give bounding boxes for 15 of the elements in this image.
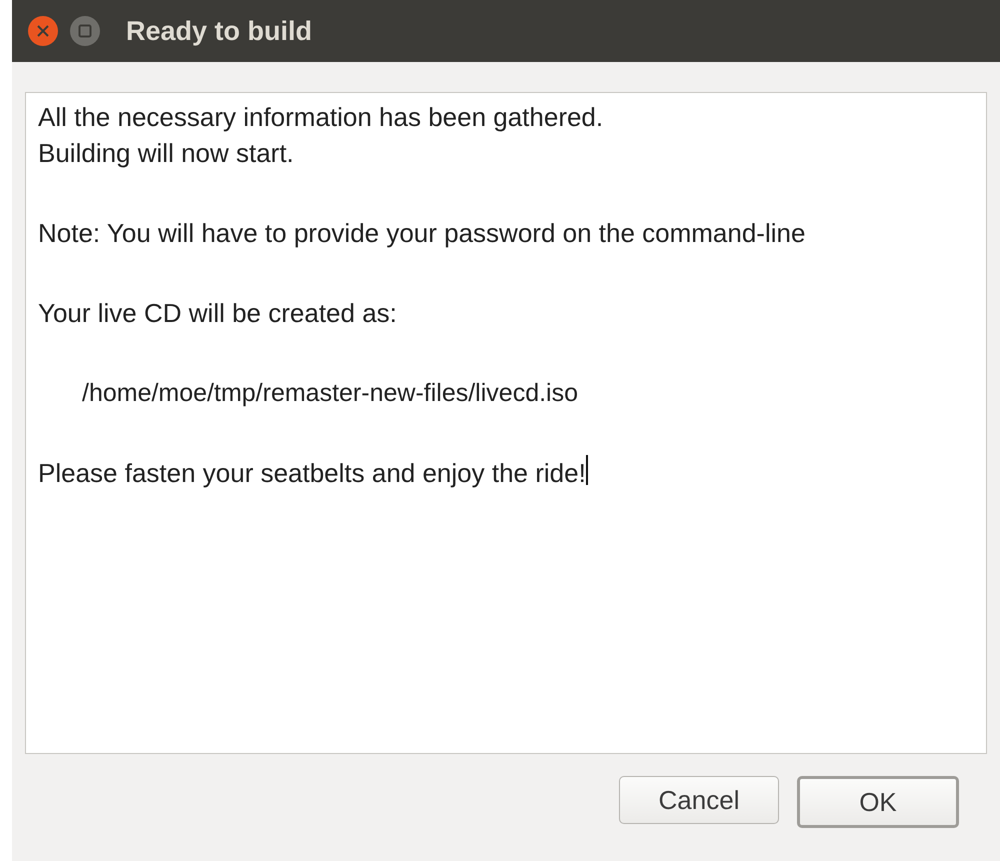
text-cursor [586,455,588,485]
file-path: /home/moe/tmp/remaster-new-files/livecd.iso [82,378,578,409]
close-icon [36,24,50,38]
close-button[interactable] [28,16,58,46]
cancel-button[interactable]: Cancel [619,776,779,824]
maximize-button[interactable] [70,16,100,46]
message-line: All the necessary information has been gathered. [38,101,604,134]
window-title: Ready to build [126,16,312,46]
message-line: Please fasten your seatbelts and enjoy the ride! [38,457,586,490]
message-line: Building will now start. [38,137,294,170]
maximize-icon [78,24,92,38]
message-text-area[interactable] [25,92,987,754]
ok-button[interactable]: OK [797,776,959,828]
message-line: Your live CD will be created as: [38,297,397,330]
message-line: Note: You will have to provide your password on the command-line [38,217,806,250]
